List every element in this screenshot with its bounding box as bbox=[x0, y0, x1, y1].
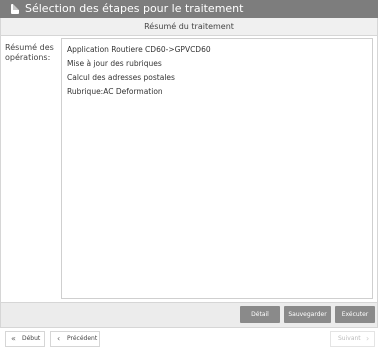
execute-button[interactable]: Exécuter bbox=[335, 306, 375, 323]
window-titlebar: Sélection des étapes pour le traitement bbox=[0, 0, 378, 18]
next-label: Suivant bbox=[338, 335, 361, 342]
operations-list: Application Routiere CD60->GPVCD60 Mise … bbox=[62, 39, 372, 99]
previous-button[interactable]: ‹ Précédent bbox=[50, 331, 100, 347]
list-item[interactable]: Rubrique:AC Deformation bbox=[67, 85, 372, 99]
start-button[interactable]: « Début bbox=[5, 331, 45, 347]
list-item[interactable]: Application Routiere CD60->GPVCD60 bbox=[67, 43, 372, 57]
previous-label: Précédent bbox=[67, 335, 98, 342]
double-chevron-left-icon: « bbox=[11, 334, 16, 343]
summary-label: Résumé des opérations: bbox=[5, 43, 54, 62]
chevron-left-icon: ‹ bbox=[57, 334, 61, 343]
save-button[interactable]: Sauvegarder bbox=[284, 306, 331, 323]
detail-button[interactable]: Détail bbox=[240, 306, 280, 323]
next-button[interactable]: Suivant › bbox=[330, 331, 375, 347]
operations-list-box[interactable]: Application Routiere CD60->GPVCD60 Mise … bbox=[61, 38, 373, 299]
window-title: Sélection des étapes pour le traitement bbox=[25, 2, 244, 15]
list-item[interactable]: Mise à jour des rubriques bbox=[67, 57, 372, 71]
start-label: Début bbox=[22, 335, 41, 342]
panel-header: Résumé du traitement bbox=[0, 18, 378, 36]
document-icon bbox=[11, 4, 19, 14]
chevron-right-icon: › bbox=[366, 334, 370, 343]
list-item[interactable]: Calcul des adresses postales bbox=[67, 71, 372, 85]
